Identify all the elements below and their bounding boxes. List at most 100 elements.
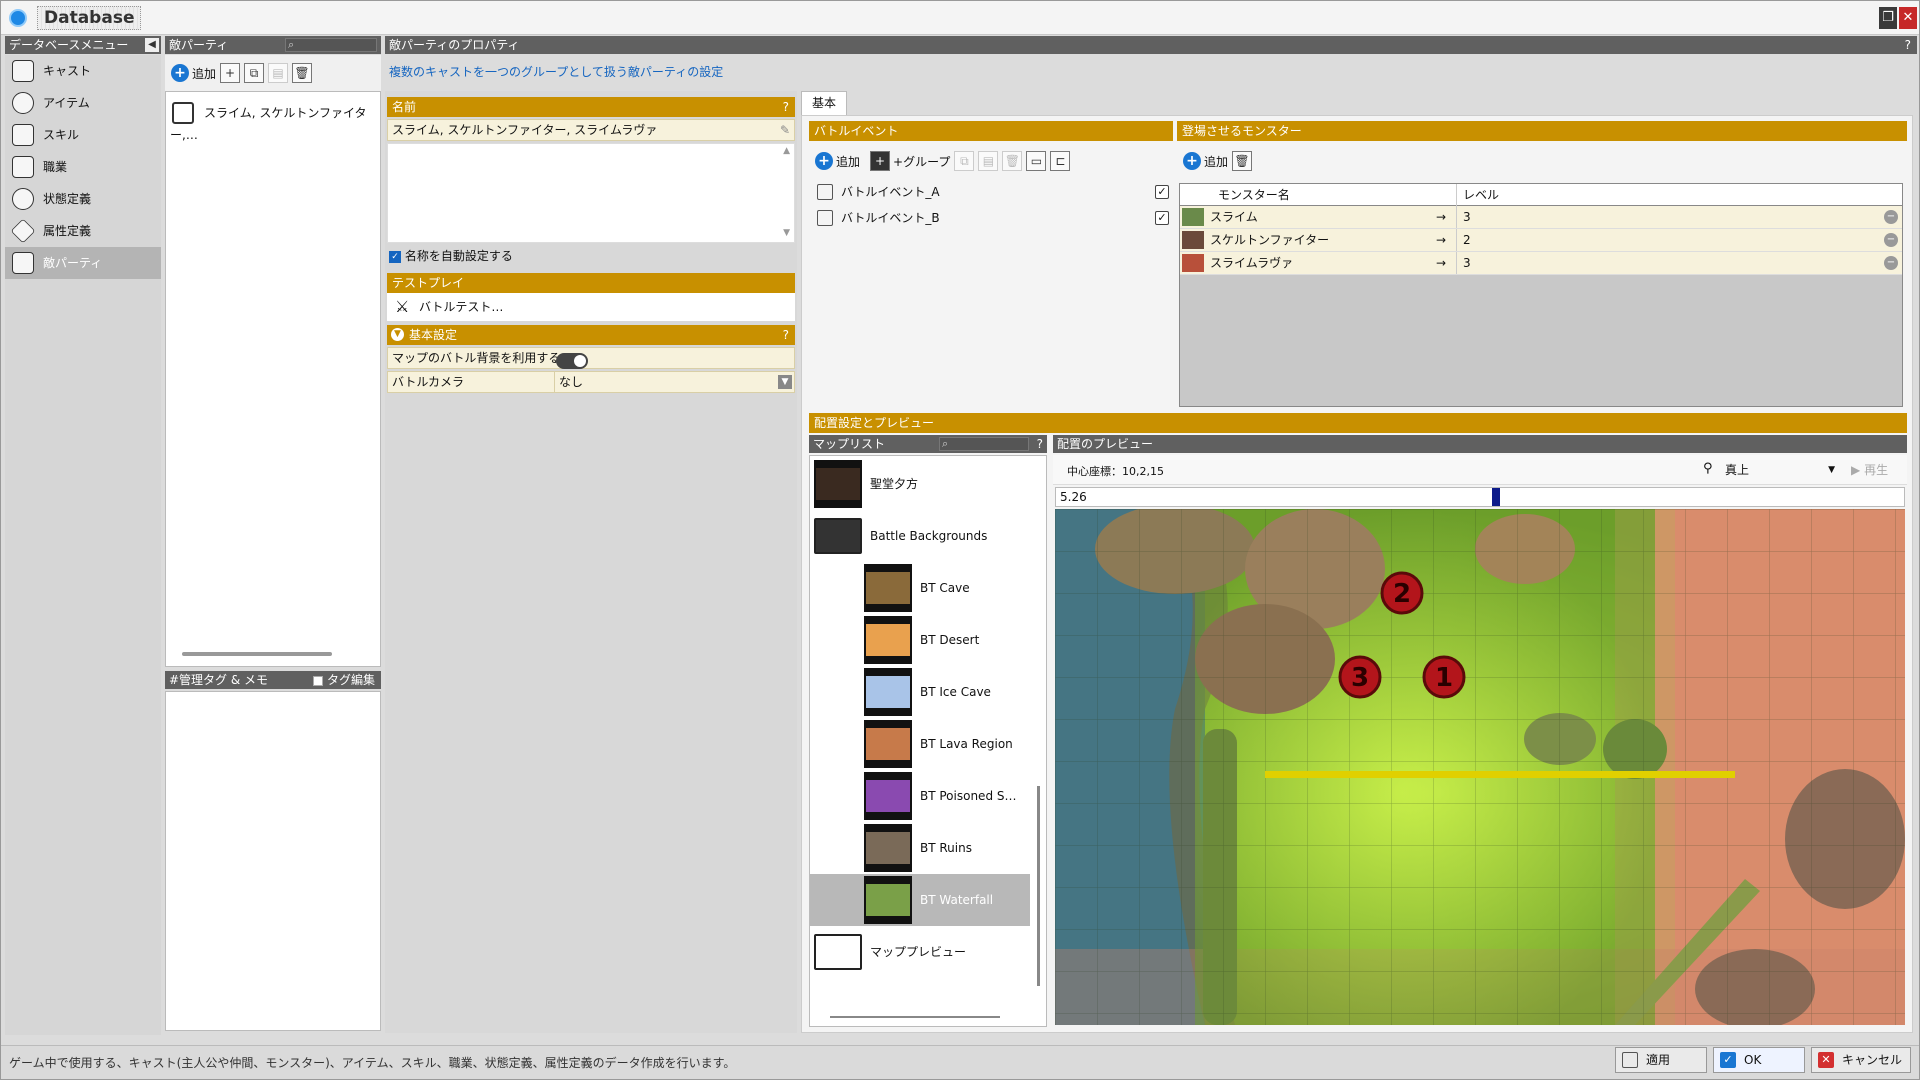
map-list-item[interactable]: BT Desert [810,614,1030,666]
delete-button[interactable]: 🗑 [1002,151,1023,171]
paste-button[interactable]: ▤ [978,151,999,171]
list-item[interactable]: バトルイベント_B ✓ [815,207,1169,229]
lava-slime-icon [1182,254,1204,272]
maplist-header: マップリスト ⌕ ? [809,435,1047,453]
help-icon[interactable]: ? [783,97,789,117]
job-icon [12,156,34,178]
list-item[interactable]: バトルイベント_A ✓ [815,181,1169,203]
add-party-button[interactable]: + 追加 [171,64,216,82]
properties-header-label: 敵パーティのプロパティ [389,38,520,52]
add-sub-button[interactable]: + [220,63,241,83]
minus-circle-icon[interactable]: − [1884,256,1898,270]
timeline-handle[interactable] [1492,488,1500,506]
map-list-item[interactable]: BT Lava Region [810,718,1030,770]
help-icon[interactable]: ? [1905,36,1911,54]
scroll-up-icon[interactable]: ▲ [783,146,790,156]
event-enabled-checkbox[interactable]: ✓ [1155,185,1169,199]
map-list-item[interactable]: BT Poisoned S… [810,770,1030,822]
cancel-button[interactable]: ✕ キャンセル [1811,1047,1911,1073]
horizontal-scrollbar[interactable] [170,648,376,660]
copy-button[interactable]: ⧉ [954,151,975,171]
sidebar-item-attribute[interactable]: 属性定義 [5,215,161,247]
party-list-header-label: 敵パーティ [169,38,229,52]
monster-name: スケルトンファイター [1210,233,1330,247]
paste-button[interactable]: ▤ [268,63,289,83]
table-row[interactable]: スライム → 3 − [1180,206,1902,229]
name-field[interactable]: スライム, スケルトンファイター, スライムラヴァ ✎ [387,119,795,141]
check-icon: ✓ [1720,1052,1736,1068]
col-level: レベル [1456,184,1499,206]
map-list-scrollbar[interactable] [1037,786,1040,986]
folder-icon[interactable]: ▭ [1026,151,1047,171]
add-event-button[interactable]: + 追加 [815,152,860,170]
delete-button[interactable]: 🗑 [292,63,313,83]
add-group-button[interactable]: + +グループ [870,151,950,171]
sidebar-item-skill[interactable]: スキル [5,119,161,151]
name-header-label: 名前 [392,100,417,114]
map-thumbnail-icon [864,564,912,612]
minus-circle-icon[interactable]: − [1884,210,1898,224]
add-monster-button[interactable]: + 追加 [1183,152,1228,170]
map-list-item[interactable]: 聖堂夕方 [810,458,1030,510]
copy-button[interactable]: ⧉ [244,63,265,83]
camera-select[interactable]: なし ▼ [554,372,794,392]
map-list-item[interactable]: BT Cave [810,562,1030,614]
view-select[interactable]: 真上 ▼ [1725,461,1835,479]
map-list-item[interactable]: マッププレビュー [810,926,1030,978]
play-button[interactable]: ▶ 再生 [1851,461,1888,478]
delete-button[interactable]: 🗑 [1232,151,1253,171]
sidebar-item-cast[interactable]: キャスト [5,55,161,87]
tab-basic[interactable]: 基本 [801,91,848,115]
minus-circle-icon[interactable]: − [1884,233,1898,247]
sidebar-item-item[interactable]: アイテム [5,87,161,119]
ok-button[interactable]: ✓ OK [1713,1047,1805,1073]
placement-line [1265,771,1735,778]
map-list-item[interactable]: BT Ruins [810,822,1030,874]
list-item[interactable]: スライム, スケルトンファイター,… [170,102,376,142]
arrow-right-icon[interactable]: → [1436,252,1446,274]
apply-button[interactable]: 適用 [1615,1047,1707,1073]
monster-level[interactable]: 2 [1456,229,1471,251]
scroll-down-icon[interactable]: ▼ [783,228,790,238]
map-list-item[interactable]: Battle Backgrounds [810,510,1030,562]
tag-edit-toggle[interactable]: タグ編集 [313,671,375,689]
sidebar: キャスト アイテム スキル 職業 状態定義 属性定義 敵パーティ [5,55,161,1035]
collapse-icon[interactable]: ◀ [145,38,159,52]
arrow-right-icon[interactable]: → [1436,229,1446,251]
memo-textarea[interactable] [165,691,381,1031]
map-list-item[interactable]: BT Ice Cave [810,666,1030,718]
map-bg-toggle[interactable] [556,350,588,370]
table-row[interactable]: スケルトンファイター → 2 − [1180,229,1902,252]
folder-open-icon[interactable]: ⊏ [1050,151,1071,171]
basic-section-header[interactable]: ▼ 基本設定? [387,325,795,345]
timeline-slider[interactable]: 5.26 [1055,487,1905,507]
help-icon[interactable]: ? [1037,435,1043,453]
sidebar-item-job[interactable]: 職業 [5,151,161,183]
properties-description: 複数のキャストを一つのグループとして扱う敵パーティの設定 [389,65,724,79]
pencil-icon[interactable]: ✎ [780,120,790,140]
toggle-switch [556,352,588,369]
party-list-header: 敵パーティ ⌕ [165,36,381,54]
arrow-right-icon[interactable]: → [1436,206,1446,228]
help-icon[interactable]: ? [783,325,789,345]
party-toolbar: + 追加 + ⧉ ▤ 🗑 [165,55,381,91]
table-row[interactable]: スライムラヴァ → 3 − [1180,252,1902,275]
monster-level[interactable]: 3 [1456,206,1471,228]
auto-name-checkbox[interactable]: ✓ 名称を自動設定する [389,245,513,267]
event-enabled-checkbox[interactable]: ✓ [1155,211,1169,225]
battle-test-button[interactable]: ⚔ バトルテスト… [387,293,795,321]
chevron-down-icon: ▼ [391,328,404,341]
placement-preview[interactable]: 2 3 1 [1055,509,1905,1025]
close-icon[interactable]: ✕ [1899,7,1917,29]
map-list-item[interactable]: BT Waterfall [810,874,1030,926]
map-search-input[interactable]: ⌕ [939,437,1029,451]
monster-level[interactable]: 3 [1456,252,1471,274]
map-label: Battle Backgrounds [870,529,988,543]
sidebar-item-label: 属性定義 [43,224,92,238]
sidebar-item-state[interactable]: 状態定義 [5,183,161,215]
scroll-thumb[interactable] [182,652,332,656]
map-list-hscroll[interactable] [830,1016,1000,1018]
sidebar-item-enemy-party[interactable]: 敵パーティ [5,247,161,279]
restore-icon[interactable]: ❐ [1879,7,1897,29]
party-search-input[interactable]: ⌕ [285,38,377,52]
